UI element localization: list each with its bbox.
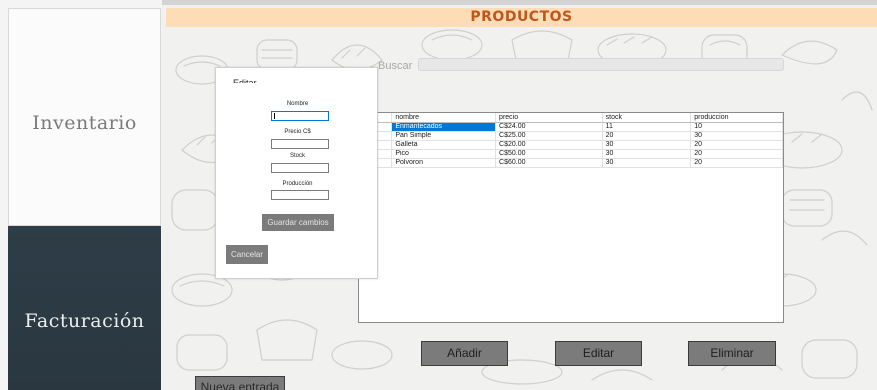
new-entry-button[interactable]: Nueva entrada bbox=[195, 376, 285, 390]
table-cell[interactable]: 10 bbox=[690, 122, 783, 132]
table-cell[interactable]: 20 bbox=[690, 140, 783, 150]
edit-product-dialog: Editar Nombre Precio C$ Stock Producción… bbox=[215, 67, 378, 279]
cancel-button[interactable]: Cancelar bbox=[226, 245, 268, 264]
column-header[interactable]: stock bbox=[602, 113, 692, 123]
search-label: Buscar bbox=[378, 60, 413, 72]
dialog-title: Editar bbox=[233, 79, 257, 83]
column-header[interactable]: precio bbox=[495, 113, 603, 123]
table-cell[interactable]: C$50.00 bbox=[495, 149, 603, 159]
sidebar-item-inventario[interactable]: Inventario bbox=[8, 8, 161, 226]
table-row[interactable]: Enmantecados C$24.00 11 10 bbox=[359, 122, 783, 132]
table-cell[interactable]: Galleta bbox=[391, 140, 497, 150]
table-cell[interactable]: 30 bbox=[602, 158, 692, 168]
column-header[interactable]: produccion bbox=[690, 113, 783, 123]
delete-button[interactable]: Eliminar bbox=[688, 341, 776, 366]
table-cell[interactable]: 30 bbox=[602, 149, 692, 159]
edit-button[interactable]: Editar bbox=[555, 341, 642, 366]
table-cell[interactable]: 20 bbox=[602, 131, 692, 141]
table-cell[interactable]: C$25.00 bbox=[495, 131, 603, 141]
table-cell[interactable]: 20 bbox=[690, 158, 783, 168]
search-input[interactable] bbox=[418, 58, 784, 71]
table-cell[interactable]: C$60.00 bbox=[495, 158, 603, 168]
table-cell[interactable]: 30 bbox=[602, 140, 692, 150]
production-field[interactable] bbox=[271, 190, 329, 200]
table-cell[interactable]: Polvoron bbox=[391, 158, 497, 168]
add-button[interactable]: Añadir bbox=[421, 341, 508, 366]
products-table[interactable]: nombre precio stock produccion Enmanteca… bbox=[358, 112, 784, 323]
table-row[interactable]: Pan Simple C$25.00 20 30 bbox=[359, 131, 783, 141]
name-label: Nombre bbox=[286, 101, 309, 107]
table-row[interactable]: Pico C$50.00 30 20 bbox=[359, 149, 783, 159]
top-strip bbox=[162, 0, 877, 5]
price-field[interactable] bbox=[271, 139, 329, 149]
table-header-row: nombre precio stock produccion bbox=[359, 113, 783, 123]
table-row[interactable]: Polvoron C$60.00 30 20 bbox=[359, 158, 783, 168]
sidebar: Inventario Facturación bbox=[0, 0, 162, 390]
table-cell[interactable]: Enmantecados bbox=[391, 122, 497, 132]
name-field[interactable] bbox=[271, 111, 329, 121]
page-title-bar: PRODUCTOS bbox=[166, 8, 877, 27]
table-cell[interactable]: C$24.00 bbox=[495, 122, 603, 132]
sidebar-item-label: Facturación bbox=[24, 310, 145, 332]
stock-label: Stock bbox=[289, 153, 305, 159]
table-cell[interactable]: 30 bbox=[690, 131, 783, 141]
table-cell[interactable]: 20 bbox=[690, 149, 783, 159]
sidebar-item-label: Inventario bbox=[32, 112, 137, 134]
table-cell[interactable]: Pico bbox=[391, 149, 497, 159]
save-changes-button[interactable]: Guardar cambios bbox=[262, 214, 334, 231]
price-label: Precio C$ bbox=[284, 129, 311, 135]
table-cell[interactable]: Pan Simple bbox=[391, 131, 497, 141]
table-cell[interactable]: C$20.00 bbox=[495, 140, 603, 150]
text-caret bbox=[274, 113, 275, 119]
table-row[interactable]: Galleta C$20.00 30 20 bbox=[359, 140, 783, 150]
stock-field[interactable] bbox=[271, 163, 329, 173]
page-title: PRODUCTOS bbox=[470, 9, 573, 25]
table-cell[interactable]: 11 bbox=[602, 122, 692, 132]
column-header[interactable]: nombre bbox=[391, 113, 497, 123]
production-label: Producción bbox=[282, 181, 313, 187]
sidebar-item-facturacion[interactable]: Facturación bbox=[8, 226, 161, 390]
